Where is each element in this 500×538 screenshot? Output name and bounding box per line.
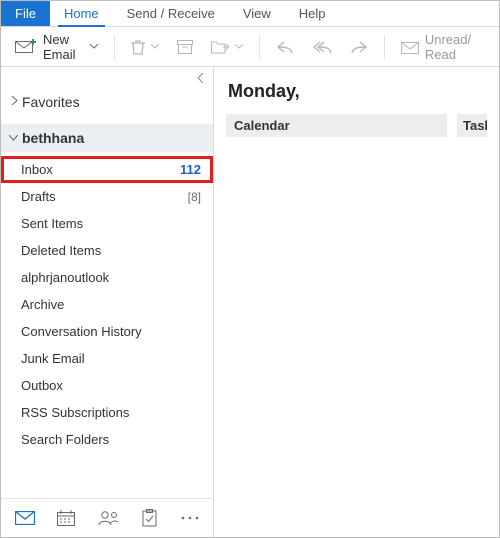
navigation-pane: Favorites bethhana Inbox 112 Drafts [8] Sent… bbox=[1, 67, 214, 537]
folder-outbox[interactable]: Outbox bbox=[1, 372, 213, 399]
chevron-right-icon bbox=[11, 96, 18, 108]
move-button[interactable] bbox=[205, 36, 249, 58]
tab-send-receive-label: Send / Receive bbox=[127, 6, 215, 21]
day-heading: Monday, bbox=[226, 75, 487, 114]
separator bbox=[384, 35, 385, 59]
tab-view[interactable]: View bbox=[229, 1, 285, 26]
new-email-button[interactable]: New Email bbox=[9, 28, 104, 66]
account-header[interactable]: bethhana bbox=[1, 124, 213, 152]
folder-label: Sent Items bbox=[21, 216, 83, 231]
new-email-icon bbox=[15, 39, 37, 55]
tab-help[interactable]: Help bbox=[285, 1, 340, 26]
folder-label: RSS Subscriptions bbox=[21, 405, 129, 420]
folder-label: Drafts bbox=[21, 189, 56, 204]
folder-junk-email[interactable]: Junk Email bbox=[1, 345, 213, 372]
calendar-column-header[interactable]: Calendar bbox=[226, 114, 447, 137]
folder-conversation-history[interactable]: Conversation History bbox=[1, 318, 213, 345]
tab-home[interactable]: Home bbox=[50, 1, 113, 26]
content-pane: Monday, Calendar Tasks bbox=[214, 67, 499, 537]
folder-search-folders[interactable]: Search Folders bbox=[1, 426, 213, 453]
folder-drafts[interactable]: Drafts [8] bbox=[1, 183, 213, 210]
reply-all-icon bbox=[312, 40, 332, 54]
reply-all-button[interactable] bbox=[306, 36, 338, 58]
folder-label: Search Folders bbox=[21, 432, 109, 447]
archive-icon bbox=[177, 40, 193, 54]
folder-label: Outbox bbox=[21, 378, 63, 393]
chevron-left-icon bbox=[197, 71, 205, 86]
separator bbox=[114, 35, 115, 59]
folder-label: Deleted Items bbox=[21, 243, 101, 258]
favorites-section[interactable]: Favorites bbox=[1, 86, 213, 124]
unread-read-label: Unread/ Read bbox=[425, 32, 485, 62]
tasks-nav-icon[interactable] bbox=[140, 509, 159, 527]
folder-count: [8] bbox=[188, 190, 201, 204]
trash-icon bbox=[131, 39, 145, 55]
chevron-down-icon bbox=[9, 133, 18, 144]
mail-nav-icon[interactable] bbox=[15, 509, 35, 527]
favorites-label: Favorites bbox=[22, 94, 80, 110]
calendar-nav-icon[interactable] bbox=[57, 509, 76, 527]
folder-list: Inbox 112 Drafts [8] Sent Items Deleted Items… bbox=[1, 152, 213, 453]
tab-home-label: Home bbox=[64, 6, 99, 21]
content-columns: Calendar Tasks bbox=[226, 114, 487, 137]
nav-bar-bottom bbox=[1, 498, 213, 537]
separator bbox=[259, 35, 260, 59]
chevron-down-icon bbox=[235, 44, 243, 49]
new-email-label: New Email bbox=[43, 32, 84, 62]
folder-sent-items[interactable]: Sent Items bbox=[1, 210, 213, 237]
folder-count: 112 bbox=[180, 162, 201, 177]
people-nav-icon[interactable] bbox=[98, 509, 118, 527]
tab-view-label: View bbox=[243, 6, 271, 21]
tab-help-label: Help bbox=[299, 6, 326, 21]
ribbon-tabs: File Home Send / Receive View Help bbox=[1, 1, 499, 27]
envelope-icon bbox=[401, 40, 419, 54]
main-area: Favorites bethhana Inbox 112 Drafts [8] Sent… bbox=[1, 67, 499, 537]
chevron-down-icon bbox=[151, 44, 159, 49]
folder-label: Inbox bbox=[21, 162, 53, 177]
folder-alphrjanoutlook[interactable]: alphrjanoutlook bbox=[1, 264, 213, 291]
tasks-column-header[interactable]: Tasks bbox=[457, 114, 487, 137]
reply-icon bbox=[276, 40, 294, 54]
tab-file[interactable]: File bbox=[1, 1, 50, 26]
collapse-nav-button[interactable] bbox=[1, 67, 213, 86]
forward-button[interactable] bbox=[344, 36, 374, 58]
account-name: bethhana bbox=[22, 130, 84, 146]
chevron-down-icon bbox=[90, 44, 98, 49]
more-nav-icon[interactable] bbox=[180, 509, 199, 527]
folder-label: Conversation History bbox=[21, 324, 142, 339]
folder-label: Junk Email bbox=[21, 351, 85, 366]
folder-deleted-items[interactable]: Deleted Items bbox=[1, 237, 213, 264]
tab-send-receive[interactable]: Send / Receive bbox=[113, 1, 229, 26]
reply-button[interactable] bbox=[270, 36, 300, 58]
archive-button[interactable] bbox=[171, 36, 199, 58]
toolbar: New Email Unread/ Read bbox=[1, 27, 499, 67]
folder-label: alphrjanoutlook bbox=[21, 270, 109, 285]
forward-icon bbox=[350, 40, 368, 54]
move-icon bbox=[211, 40, 229, 54]
tab-file-label: File bbox=[15, 6, 36, 21]
folder-label: Archive bbox=[21, 297, 64, 312]
folder-rss-subscriptions[interactable]: RSS Subscriptions bbox=[1, 399, 213, 426]
folder-inbox[interactable]: Inbox 112 bbox=[1, 156, 213, 183]
folder-archive[interactable]: Archive bbox=[1, 291, 213, 318]
unread-read-button[interactable]: Unread/ Read bbox=[395, 28, 491, 66]
delete-button[interactable] bbox=[125, 35, 165, 59]
